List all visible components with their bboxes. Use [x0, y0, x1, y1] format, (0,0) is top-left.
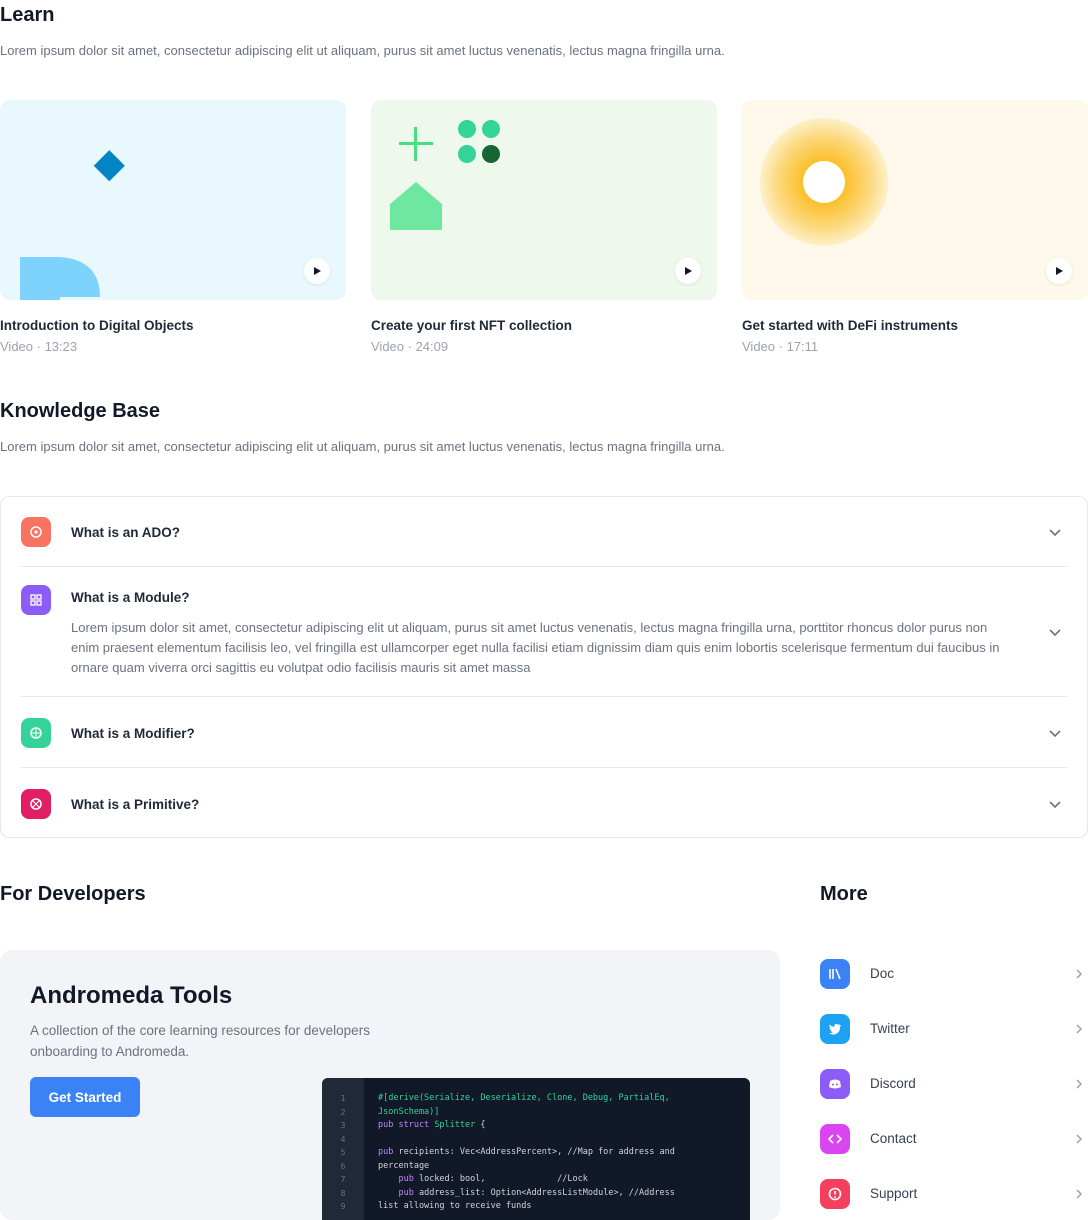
get-started-button[interactable]: Get Started: [30, 1077, 140, 1117]
card-meta: Video · 13:23: [0, 339, 78, 354]
faq-question[interactable]: What is a Modifier?: [71, 726, 195, 741]
learn-card-defi-instruments[interactable]: Get started with DeFi instruments Video …: [742, 100, 1088, 354]
code-text: #[derive(Serialize, Deserialize, Clone, …: [378, 1093, 675, 1211]
module-icon: [21, 585, 51, 615]
play-icon: [685, 267, 692, 275]
learn-description: Lorem ipsum dolor sit amet, consectetur …: [0, 43, 725, 58]
modifier-icon: [21, 718, 51, 748]
dev-card-description: A collection of the core learning resour…: [30, 1023, 370, 1059]
chevron-down-icon[interactable]: [1047, 524, 1063, 540]
faq-item-primitive[interactable]: What is a Primitive?: [21, 789, 1067, 819]
code-snippet: 123456789 #[derive(Serialize, Deserializ…: [322, 1078, 750, 1220]
card-thumbnail[interactable]: [742, 100, 1088, 300]
donut-illustration: [760, 118, 888, 246]
knowledge-base-description: Lorem ipsum dolor sit amet, consectetur …: [0, 439, 725, 454]
faq-answer: Lorem ipsum dolor sit amet, consectetur …: [71, 620, 1000, 675]
more-item-contact[interactable]: Contact: [820, 1122, 1088, 1156]
card-thumbnail[interactable]: [371, 100, 717, 300]
twitter-icon: [820, 1014, 850, 1044]
andromeda-tools-card: Andromeda Tools A collection of the core…: [0, 950, 780, 1220]
chevron-right-icon: [1076, 969, 1083, 979]
chevron-right-icon: [1076, 1079, 1083, 1089]
more-item-label: Discord: [870, 1076, 916, 1091]
developers-title: For Developers: [0, 883, 146, 905]
primitive-icon: [21, 789, 51, 819]
divider: [21, 566, 1067, 567]
chevron-right-icon: [1076, 1024, 1083, 1034]
play-icon: [314, 267, 321, 275]
more-item-twitter[interactable]: Twitter: [820, 1012, 1088, 1046]
learn-card-digital-objects[interactable]: Introduction to Digital Objects Video · …: [0, 100, 346, 354]
more-item-label: Contact: [870, 1131, 917, 1146]
more-title: More: [820, 883, 868, 905]
ado-icon: [21, 517, 51, 547]
shapes-illustration: [390, 120, 500, 230]
dev-card-title: Andromeda Tools: [30, 982, 233, 1009]
faq-question[interactable]: What is a Primitive?: [71, 797, 199, 812]
card-title[interactable]: Introduction to Digital Objects: [0, 318, 346, 333]
card-title[interactable]: Get started with DeFi instruments: [742, 318, 1088, 333]
code-icon: [820, 1124, 850, 1154]
card-title[interactable]: Create your first NFT collection: [371, 318, 717, 333]
faq-question[interactable]: What is a Module?: [71, 590, 190, 605]
chevron-right-icon: [1076, 1189, 1083, 1199]
knowledge-base-title: Knowledge Base: [0, 400, 161, 422]
play-button[interactable]: [675, 258, 701, 284]
doc-icon: [820, 959, 850, 989]
more-item-discord[interactable]: Discord: [820, 1067, 1088, 1101]
more-item-label: Twitter: [870, 1021, 910, 1036]
faq-question[interactable]: What is an ADO?: [71, 525, 180, 540]
card-meta: Video · 17:11: [742, 339, 819, 354]
discord-icon: [820, 1069, 850, 1099]
divider: [21, 767, 1067, 768]
card-meta: Video · 24:09: [371, 339, 449, 354]
faq-item-module[interactable]: What is a Module? Lorem ipsum dolor sit …: [21, 585, 1067, 679]
more-item-label: Support: [870, 1186, 918, 1201]
play-icon: [1056, 267, 1063, 275]
support-icon: [820, 1179, 850, 1209]
line-numbers: 123456789: [322, 1078, 364, 1220]
faq-item-ado[interactable]: What is an ADO?: [21, 517, 1067, 547]
chevron-down-icon[interactable]: [1047, 796, 1063, 812]
play-button[interactable]: [304, 258, 330, 284]
chevron-down-icon[interactable]: [1047, 624, 1063, 640]
shapes-illustration: [20, 150, 125, 300]
learn-title: Learn: [0, 4, 55, 26]
learn-card-nft-collection[interactable]: Create your first NFT collection Video ·…: [371, 100, 717, 354]
chevron-down-icon[interactable]: [1047, 725, 1063, 741]
chevron-right-icon: [1076, 1134, 1083, 1144]
faq-accordion: What is an ADO? What is a Module? Lorem …: [0, 496, 1088, 838]
more-item-support[interactable]: Support: [820, 1177, 1088, 1211]
divider: [21, 696, 1067, 697]
more-item-label: Doc: [870, 966, 895, 981]
more-item-doc[interactable]: Doc: [820, 957, 1088, 991]
play-button[interactable]: [1046, 258, 1072, 284]
faq-item-modifier[interactable]: What is a Modifier?: [21, 718, 1067, 748]
card-thumbnail[interactable]: [0, 100, 346, 300]
